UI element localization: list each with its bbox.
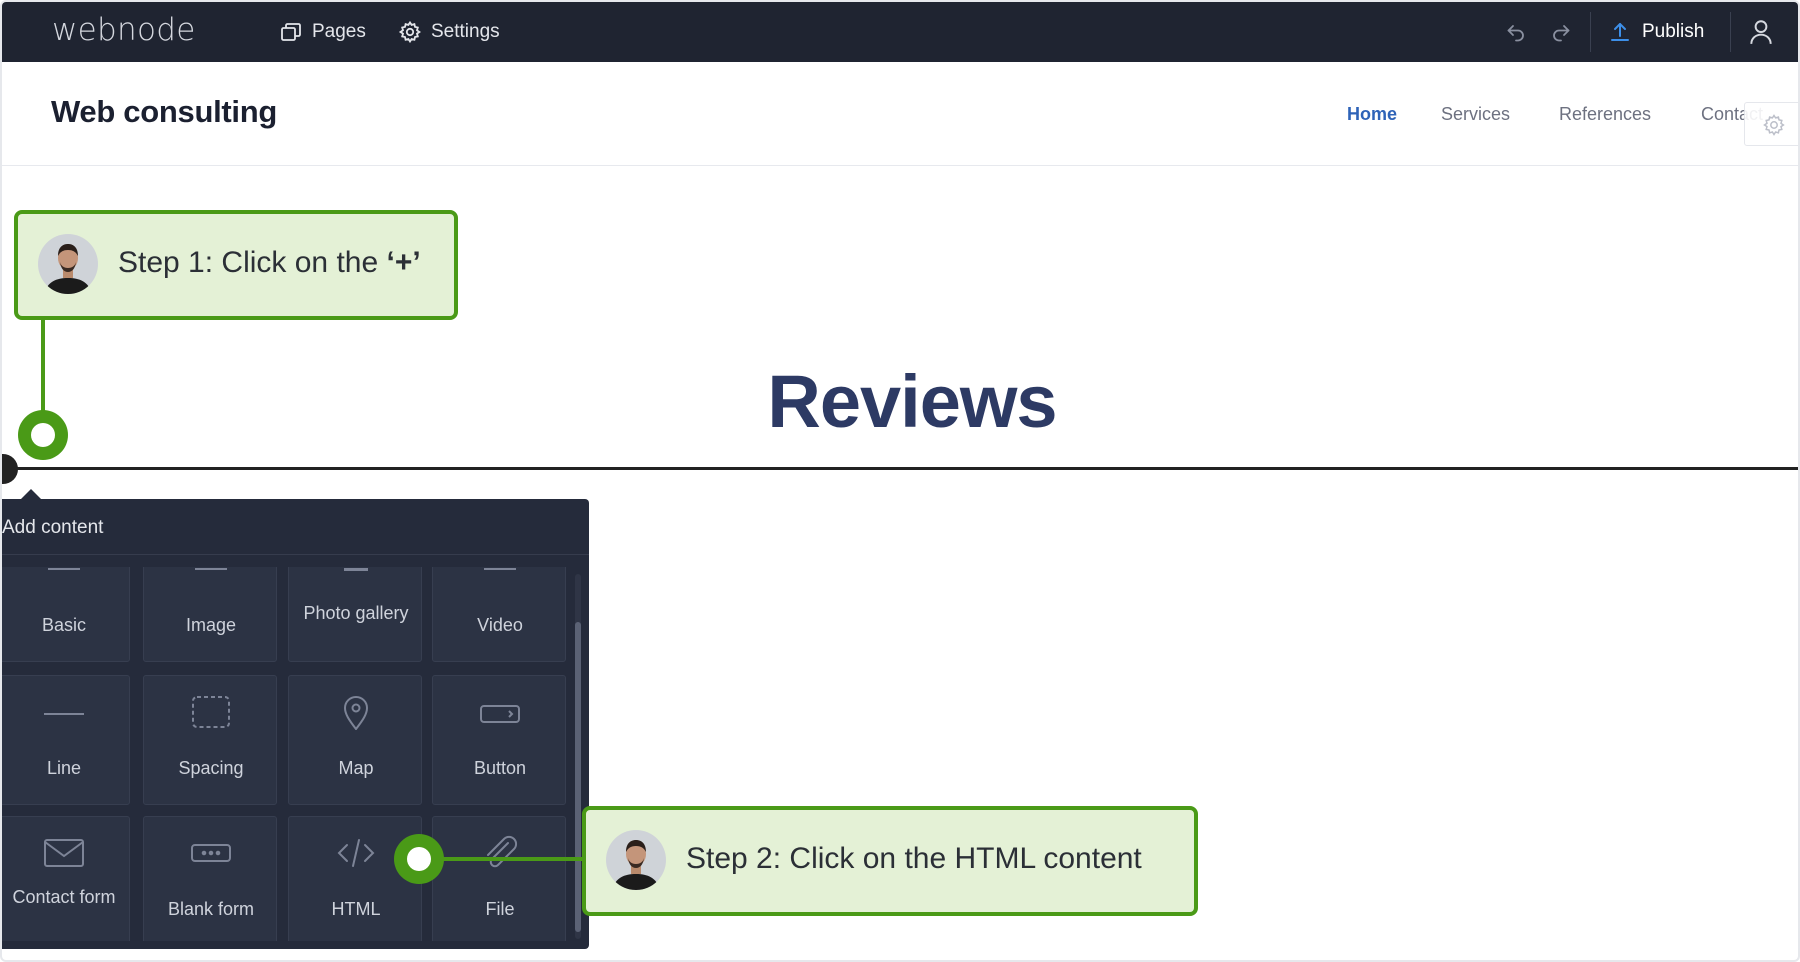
publish-button[interactable]: Publish <box>1608 20 1704 44</box>
webnode-logo[interactable]: webnode <box>52 12 196 48</box>
tile-label: Photo gallery <box>303 603 409 623</box>
video-icon <box>433 567 567 592</box>
settings-label: Settings <box>431 21 500 42</box>
gear-icon <box>1763 114 1785 136</box>
nav-home[interactable]: Home <box>1347 104 1397 125</box>
tile-spacing[interactable]: Spacing <box>143 675 277 805</box>
button-icon <box>433 696 567 732</box>
tile-label: Basic <box>41 615 86 635</box>
tile-label: Image <box>185 615 237 635</box>
spacing-icon <box>144 694 278 730</box>
tile-contact-form[interactable]: Contact form <box>2 816 130 941</box>
avatar <box>606 830 666 890</box>
tile-button[interactable]: Button <box>432 675 566 805</box>
gallery-icon <box>289 567 423 592</box>
tile-html[interactable]: HTML <box>288 816 422 941</box>
gear-icon <box>398 20 421 44</box>
step1-text: Step 1: Click on the ‘+’ <box>118 246 421 279</box>
scrollbar-thumb[interactable] <box>575 622 581 932</box>
tile-label: Blank form <box>167 899 255 919</box>
nav-services[interactable]: Services <box>1441 104 1510 125</box>
step2-text: Step 2: Click on the HTML content <box>686 842 1142 875</box>
undo-icon[interactable] <box>1504 20 1528 44</box>
envelope-icon <box>2 835 131 871</box>
panel-scrollbar[interactable] <box>575 574 581 939</box>
step2-target-dot <box>394 834 444 884</box>
tile-label: Contact form <box>12 887 116 907</box>
tile-video[interactable]: Video <box>432 567 566 662</box>
site-title[interactable]: Web consulting <box>51 94 277 130</box>
upload-icon <box>1611 23 1629 41</box>
tile-map[interactable]: Map <box>288 675 422 805</box>
tile-label: Map <box>338 758 374 778</box>
pages-button[interactable]: Pages <box>279 20 366 44</box>
paperclip-icon <box>433 835 567 871</box>
panel-title: Add content <box>2 517 104 538</box>
pages-label: Pages <box>312 21 366 42</box>
step2-callout: Step 2: Click on the HTML content <box>582 806 1198 916</box>
toolbar-divider <box>1730 12 1731 52</box>
nav-references[interactable]: References <box>1559 104 1651 125</box>
header-settings-button[interactable] <box>1744 102 1798 146</box>
tile-blank-form[interactable]: Blank form <box>143 816 277 941</box>
add-content-plus-button[interactable] <box>2 454 18 484</box>
publish-label: Publish <box>1642 21 1705 42</box>
text-icon <box>2 567 131 592</box>
toolbar-divider <box>1590 12 1591 52</box>
tile-label: Button <box>473 758 527 778</box>
step2-connector <box>432 857 584 861</box>
redo-icon[interactable] <box>1549 20 1573 44</box>
panel-divider <box>2 554 589 555</box>
image-icon <box>144 567 278 592</box>
add-content-panel: Add content Basic Image Photo gallery Vi… <box>2 499 589 949</box>
tile-label: Line <box>46 758 82 778</box>
line-icon <box>2 696 131 732</box>
step1-callout: Step 1: Click on the ‘+’ <box>14 210 458 320</box>
user-icon[interactable] <box>1748 18 1774 46</box>
tile-label: File <box>485 899 515 919</box>
tile-image[interactable]: Image <box>143 567 277 662</box>
tile-label: Video <box>477 615 523 635</box>
app-window: webnode Pages Settings Publish Web consu… <box>0 0 1800 962</box>
tile-line[interactable]: Line <box>2 675 130 805</box>
content-grid: Basic Image Photo gallery Video Line Spa… <box>2 567 572 941</box>
map-pin-icon <box>289 694 423 730</box>
insert-line <box>2 467 1798 470</box>
pages-icon <box>281 23 301 41</box>
editor-toolbar: webnode Pages Settings Publish <box>2 2 1798 62</box>
step1-connector <box>41 318 45 414</box>
avatar <box>38 234 98 294</box>
site-header: Web consulting Home Services References … <box>2 62 1798 166</box>
form-field-icon <box>144 835 278 871</box>
tile-label: Spacing <box>178 758 244 778</box>
tile-label: HTML <box>331 899 381 919</box>
tile-file[interactable]: File <box>432 816 566 941</box>
reviews-heading[interactable]: Reviews <box>2 359 1798 444</box>
tile-photo-gallery[interactable]: Photo gallery <box>288 567 422 662</box>
settings-button[interactable]: Settings <box>398 20 500 44</box>
tile-basic[interactable]: Basic <box>2 567 130 662</box>
step1-target-dot <box>18 410 68 460</box>
